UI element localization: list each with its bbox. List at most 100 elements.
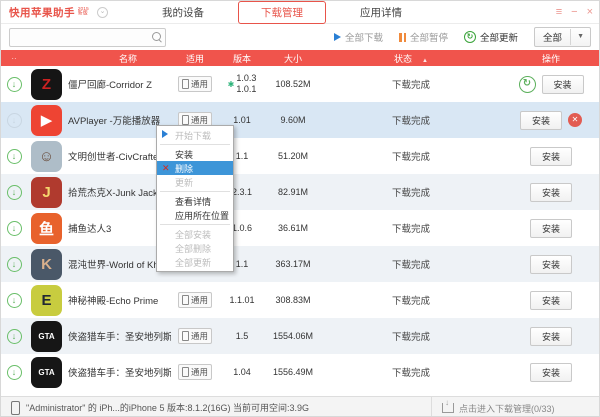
- app-logo-text: 快用苹果助手: [9, 5, 75, 20]
- app-name: 侠盗猎车手：圣安地列斯-...: [68, 329, 171, 343]
- device-icon: [182, 115, 189, 125]
- install-button[interactable]: 安装: [520, 111, 562, 130]
- header-compat[interactable]: 适用: [171, 52, 219, 65]
- install-button[interactable]: 安装: [530, 183, 572, 202]
- download-arrow-icon[interactable]: ↓: [7, 257, 22, 272]
- download-arrow-icon[interactable]: ↓: [7, 329, 22, 344]
- header-size[interactable]: 大小: [265, 52, 321, 65]
- table-row[interactable]: ↓鱼捕鱼达人3通用1.0.636.61M下载完成安装: [1, 210, 600, 246]
- reinstall-circle-icon[interactable]: ↻: [519, 76, 536, 93]
- size-cell: 51.20M: [265, 151, 321, 161]
- search-box[interactable]: [9, 28, 166, 47]
- size-cell: 82.91M: [265, 187, 321, 197]
- version-cell: 1.5: [219, 331, 265, 342]
- chevron-down-icon[interactable]: ⌄: [97, 7, 108, 18]
- compat-badge: 通用: [178, 364, 212, 380]
- close-icon[interactable]: ×: [587, 7, 593, 18]
- download-entry-label: 点击进入下载管理(0/33): [459, 402, 555, 415]
- table-row[interactable]: ↓GTA侠盗猎车手：圣安地列斯-...通用1.51554.06M下载完成安装: [1, 318, 600, 354]
- context-menu: 开始下载 安装 ✕ 删除 更新 查看详情 应用所在位置 全部安装: [156, 125, 234, 272]
- menu-item-app-location[interactable]: 应用所在位置: [157, 208, 233, 222]
- menu-item-update[interactable]: 更新: [157, 175, 233, 189]
- remove-x-icon[interactable]: ✕: [568, 113, 582, 127]
- update-all-button[interactable]: ↻ 全部更新: [464, 30, 518, 44]
- device-info: "Administrator" 的 iPh...的iPhone 5 版本:8.1…: [26, 401, 309, 414]
- tab-app-details[interactable]: 应用详情: [350, 2, 412, 23]
- download-arrow-icon[interactable]: ↓: [7, 293, 22, 308]
- toolbar-buttons: 全部下载 全部暂停 ↻ 全部更新 全部 ▼: [334, 24, 591, 50]
- phone-icon: [11, 401, 20, 415]
- play-icon: [162, 130, 175, 140]
- install-button[interactable]: 安装: [530, 147, 572, 166]
- download-manager-entry[interactable]: 点击进入下载管理(0/33): [431, 397, 600, 417]
- app-name: 侠盗猎车手：圣安地列斯...: [68, 365, 171, 379]
- menu-item-update-all[interactable]: 全部更新: [157, 255, 233, 269]
- tab-download-manager[interactable]: 下载管理: [238, 1, 326, 24]
- menu-item-view-details[interactable]: 查看详情: [157, 194, 233, 208]
- header-ops[interactable]: 操作: [501, 52, 600, 65]
- app-icon: J: [31, 177, 62, 208]
- table-row[interactable]: ↓GTA侠盗猎车手：圣安地列斯...通用1.041556.49M下载完成安装: [1, 354, 600, 390]
- size-cell: 363.17M: [265, 259, 321, 269]
- minimize-icon[interactable]: −: [571, 7, 577, 18]
- menu-item-delete-all[interactable]: 全部删除: [157, 241, 233, 255]
- menu-item-label: 全部更新: [175, 256, 211, 269]
- status-cell: 下载完成: [321, 257, 501, 271]
- search-input[interactable]: [13, 30, 147, 45]
- download-arrow-icon[interactable]: ↓: [7, 149, 22, 164]
- download-arrow-icon[interactable]: ↓: [7, 113, 22, 128]
- status-cell: 下载完成: [321, 329, 501, 343]
- menu-item-delete[interactable]: ✕ 删除: [157, 161, 233, 175]
- ops-cell: 安装 ✕: [501, 111, 600, 130]
- tab-my-devices[interactable]: 我的设备: [152, 2, 214, 23]
- compat-badge: 通用: [178, 292, 212, 308]
- download-arrow-icon[interactable]: ↓: [7, 221, 22, 236]
- app-name: 文明创世者-CivCrafter: [68, 149, 161, 163]
- sort-asc-icon[interactable]: ▲: [422, 58, 428, 64]
- install-button[interactable]: 安装: [530, 219, 572, 238]
- status-cell: 下载完成: [321, 221, 501, 235]
- device-icon: [182, 295, 189, 305]
- pause-all-button[interactable]: 全部暂停: [399, 30, 448, 44]
- device-icon: [182, 79, 189, 89]
- status-cell: 下载完成: [321, 149, 501, 163]
- table-header: ·· 名称 适用 版本 大小 状态▲ 操作: [1, 50, 600, 66]
- install-button[interactable]: 安装: [542, 75, 584, 94]
- install-button[interactable]: 安装: [530, 327, 572, 346]
- filter-dropdown[interactable]: 全部 ▼: [534, 27, 591, 47]
- menu-item-label: 更新: [175, 176, 193, 189]
- table-row[interactable]: ↓☺文明创世者-CivCrafter通用1.151.20M下载完成安装: [1, 138, 600, 174]
- download-all-button[interactable]: 全部下载: [334, 30, 383, 44]
- status-cell: 下载完成: [321, 77, 501, 91]
- menu-item-install[interactable]: 安装: [157, 147, 233, 161]
- header-status[interactable]: 状态▲: [321, 52, 501, 65]
- app-logo: 快用苹果助手 2015新版 ⌄: [9, 5, 108, 20]
- download-arrow-icon[interactable]: ↓: [7, 365, 22, 380]
- ops-cell: 安装: [501, 327, 600, 346]
- table-row[interactable]: ↓E神秘神殿-Echo Prime通用1.1.01308.83M下载完成安装: [1, 282, 600, 318]
- update-star-icon: ✱: [228, 80, 235, 89]
- header-name[interactable]: 名称: [27, 52, 171, 65]
- menu-icon[interactable]: ≡: [556, 7, 562, 18]
- app-icon: K: [31, 249, 62, 280]
- table-row[interactable]: ↓▶AVPlayer -万能播放器通用1.019.60M下载完成安装✕: [1, 102, 600, 138]
- menu-item-start-download[interactable]: 开始下载: [157, 128, 233, 142]
- install-button[interactable]: 安装: [530, 291, 572, 310]
- refresh-circle-icon: ↻: [464, 31, 476, 43]
- table-row[interactable]: ↓J拾荒杰克X-Junk Jack X通用2.3.182.91M下载完成安装: [1, 174, 600, 210]
- app-icon: GTA: [31, 321, 62, 352]
- pause-icon: [399, 33, 406, 42]
- install-button[interactable]: 安装: [530, 255, 572, 274]
- menu-item-install-all[interactable]: 全部安装: [157, 227, 233, 241]
- delete-x-icon: ✕: [162, 164, 175, 173]
- download-arrow-icon[interactable]: ↓: [7, 185, 22, 200]
- table-row[interactable]: ↓Z僵尸回廊-Corridor Z通用✱1.0.31.0.1108.52M下载完…: [1, 66, 600, 102]
- install-button[interactable]: 安装: [530, 363, 572, 382]
- table-row[interactable]: ↓K混沌世界-World of Khaos通用1.1363.17M下载完成安装: [1, 246, 600, 282]
- download-arrow-icon[interactable]: ↓: [7, 77, 22, 92]
- ops-cell: 安装: [501, 147, 600, 166]
- header-select-column: ··: [1, 54, 27, 63]
- search-icon[interactable]: [152, 32, 161, 41]
- ops-cell: 安装: [501, 363, 600, 382]
- header-version[interactable]: 版本: [219, 52, 265, 65]
